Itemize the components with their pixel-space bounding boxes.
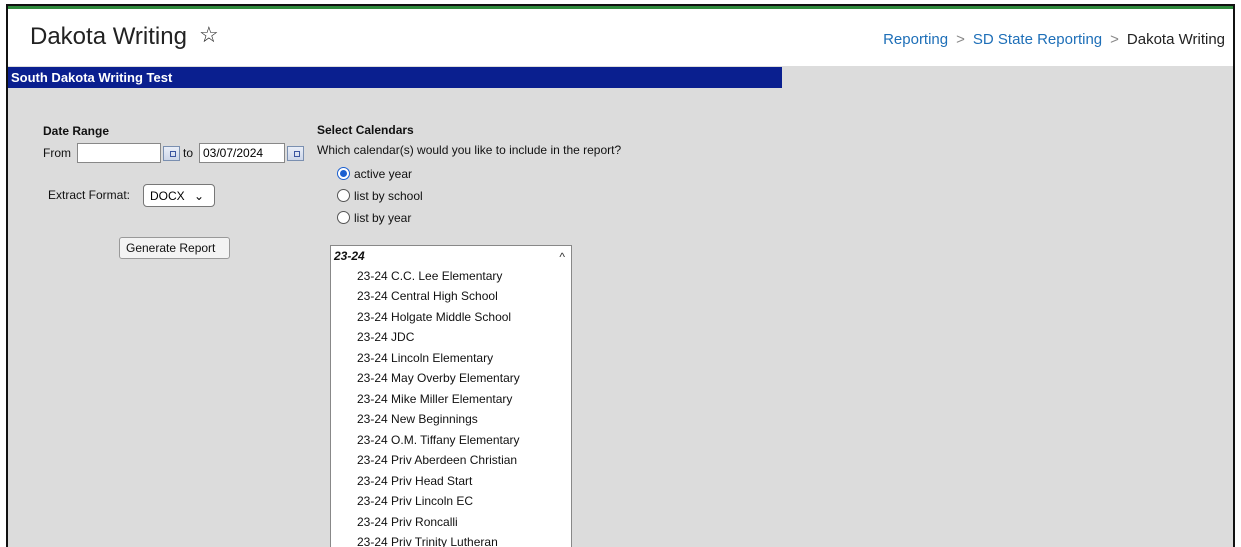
list-item[interactable]: 23-24 JDC	[357, 330, 414, 344]
list-item[interactable]: 23-24 O.M. Tiffany Elementary	[357, 433, 520, 447]
list-item[interactable]: 23-24 C.C. Lee Elementary	[357, 269, 502, 283]
radio-active-year-label: active year	[354, 167, 413, 181]
calendar-group-label: 23-24	[334, 249, 365, 263]
radio-list-by-school[interactable]	[337, 189, 350, 202]
list-item[interactable]: 23-24 Lincoln Elementary	[357, 351, 493, 365]
list-item[interactable]: 23-24 Priv Lincoln EC	[357, 494, 473, 508]
radio-list-by-school-label: list by school	[354, 189, 423, 203]
radio-list-by-year[interactable]	[337, 211, 350, 224]
list-item[interactable]: 23-24 Holgate Middle School	[357, 310, 511, 324]
date-range-heading: Date Range	[43, 124, 110, 138]
list-item[interactable]: 23-24 Priv Trinity Lutheran	[357, 535, 498, 547]
list-item[interactable]: 23-24 Priv Aberdeen Christian	[357, 453, 517, 467]
calendars-question: Which calendar(s) would you like to incl…	[317, 143, 622, 157]
list-item[interactable]: 23-24 Priv Roncalli	[357, 515, 458, 529]
from-label: From	[43, 146, 71, 160]
list-item[interactable]: 23-24 New Beginnings	[357, 412, 478, 426]
list-item[interactable]: 23-24 Priv Head Start	[357, 474, 472, 488]
extract-format-label: Extract Format:	[48, 188, 131, 202]
section-banner: South Dakota Writing Test	[8, 67, 782, 88]
breadcrumb-separator: >	[956, 31, 965, 48]
list-item[interactable]: 23-24 May Overby Elementary	[357, 371, 520, 385]
breadcrumb: Reporting > SD State Reporting > Dakota Writ…	[883, 31, 1225, 48]
to-calendar-icon[interactable]	[287, 146, 304, 161]
to-date-input[interactable]: 03/07/2024	[199, 143, 285, 163]
page-header: Dakota Writing ☆ Reporting > SD State Repo…	[8, 9, 1233, 66]
radio-list-by-year-label: list by year	[354, 211, 412, 225]
list-item[interactable]: 23-24 Mike Miller Elementary	[357, 392, 512, 406]
select-calendars-heading: Select Calendars	[317, 123, 414, 137]
breadcrumb-reporting[interactable]: Reporting	[883, 31, 948, 48]
generate-report-button[interactable]: Generate Report	[119, 237, 230, 259]
scroll-up-icon[interactable]: ^	[559, 250, 565, 264]
favorite-star-icon[interactable]: ☆	[199, 22, 219, 48]
calendar-listbox[interactable]: 23-24 ^ 23-24 C.C. Lee Elementary 23-24 …	[330, 245, 572, 547]
page-title: Dakota Writing	[30, 23, 187, 50]
list-item[interactable]: 23-24 Central High School	[357, 289, 498, 303]
breadcrumb-sd-state-reporting[interactable]: SD State Reporting	[973, 31, 1102, 48]
from-calendar-icon[interactable]	[163, 146, 180, 161]
breadcrumb-separator: >	[1110, 31, 1119, 48]
app-frame: Dakota Writing ☆ Reporting > SD State Repo…	[6, 4, 1235, 547]
radio-active-year[interactable]	[337, 167, 350, 180]
from-date-input[interactable]	[77, 143, 161, 163]
extract-format-select[interactable]: DOCX ⌄	[143, 184, 215, 207]
breadcrumb-current: Dakota Writing	[1126, 31, 1225, 48]
chevron-down-icon: ⌄	[194, 189, 205, 203]
to-label: to	[183, 146, 194, 160]
extract-format-value: DOCX	[150, 189, 185, 203]
